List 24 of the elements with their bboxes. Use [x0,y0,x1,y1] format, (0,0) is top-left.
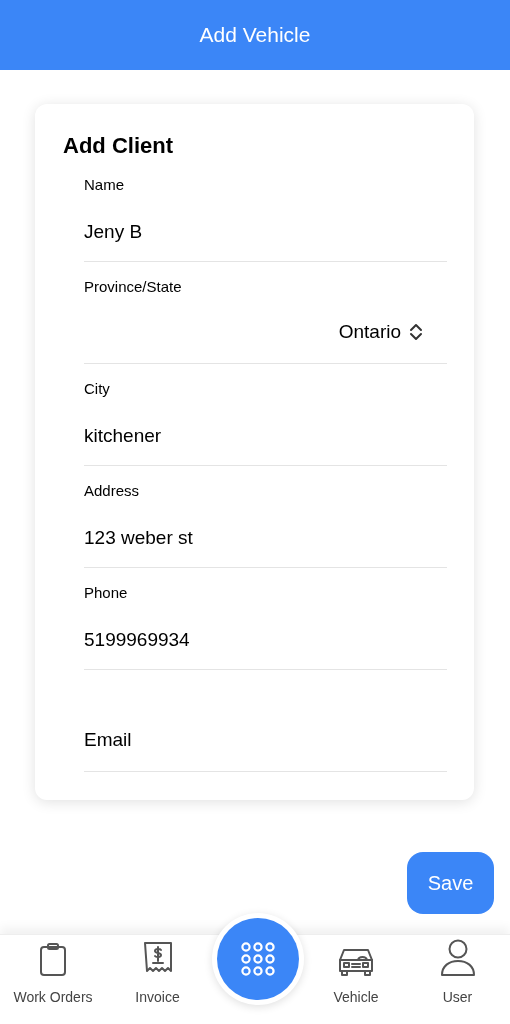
chevron-up-down-icon [409,323,423,341]
tab-item[interactable]: Invoice [106,935,209,1024]
user-icon [439,939,476,977]
text-field[interactable]: kitchener [84,424,447,448]
field-label: Phone [84,584,128,602]
text-field[interactable]: 5199969934 [84,628,447,652]
field-label: City [84,380,110,398]
tab-item[interactable]: Work Orders [0,935,106,1024]
card-title: Add Client [63,132,174,160]
car-icon [336,947,376,977]
header-title: Add Vehicle [199,22,311,49]
tab-item[interactable]: Vehicle [307,935,405,1024]
clipboard-icon [39,943,67,977]
tab-item[interactable]: User [405,935,510,1024]
field-label: Name [84,176,124,194]
text-field[interactable]: Jeny B [84,220,447,244]
field-label: Address [84,482,140,500]
email-field[interactable]: Email [84,728,447,752]
save-button[interactable]: Save [407,852,494,914]
menu-grid-button[interactable] [212,913,304,1005]
field-label: Province/State [84,278,182,296]
province-select[interactable]: Ontario [338,320,423,344]
grid-dots-icon [241,942,275,976]
text-field[interactable]: 123 weber st [84,526,447,550]
